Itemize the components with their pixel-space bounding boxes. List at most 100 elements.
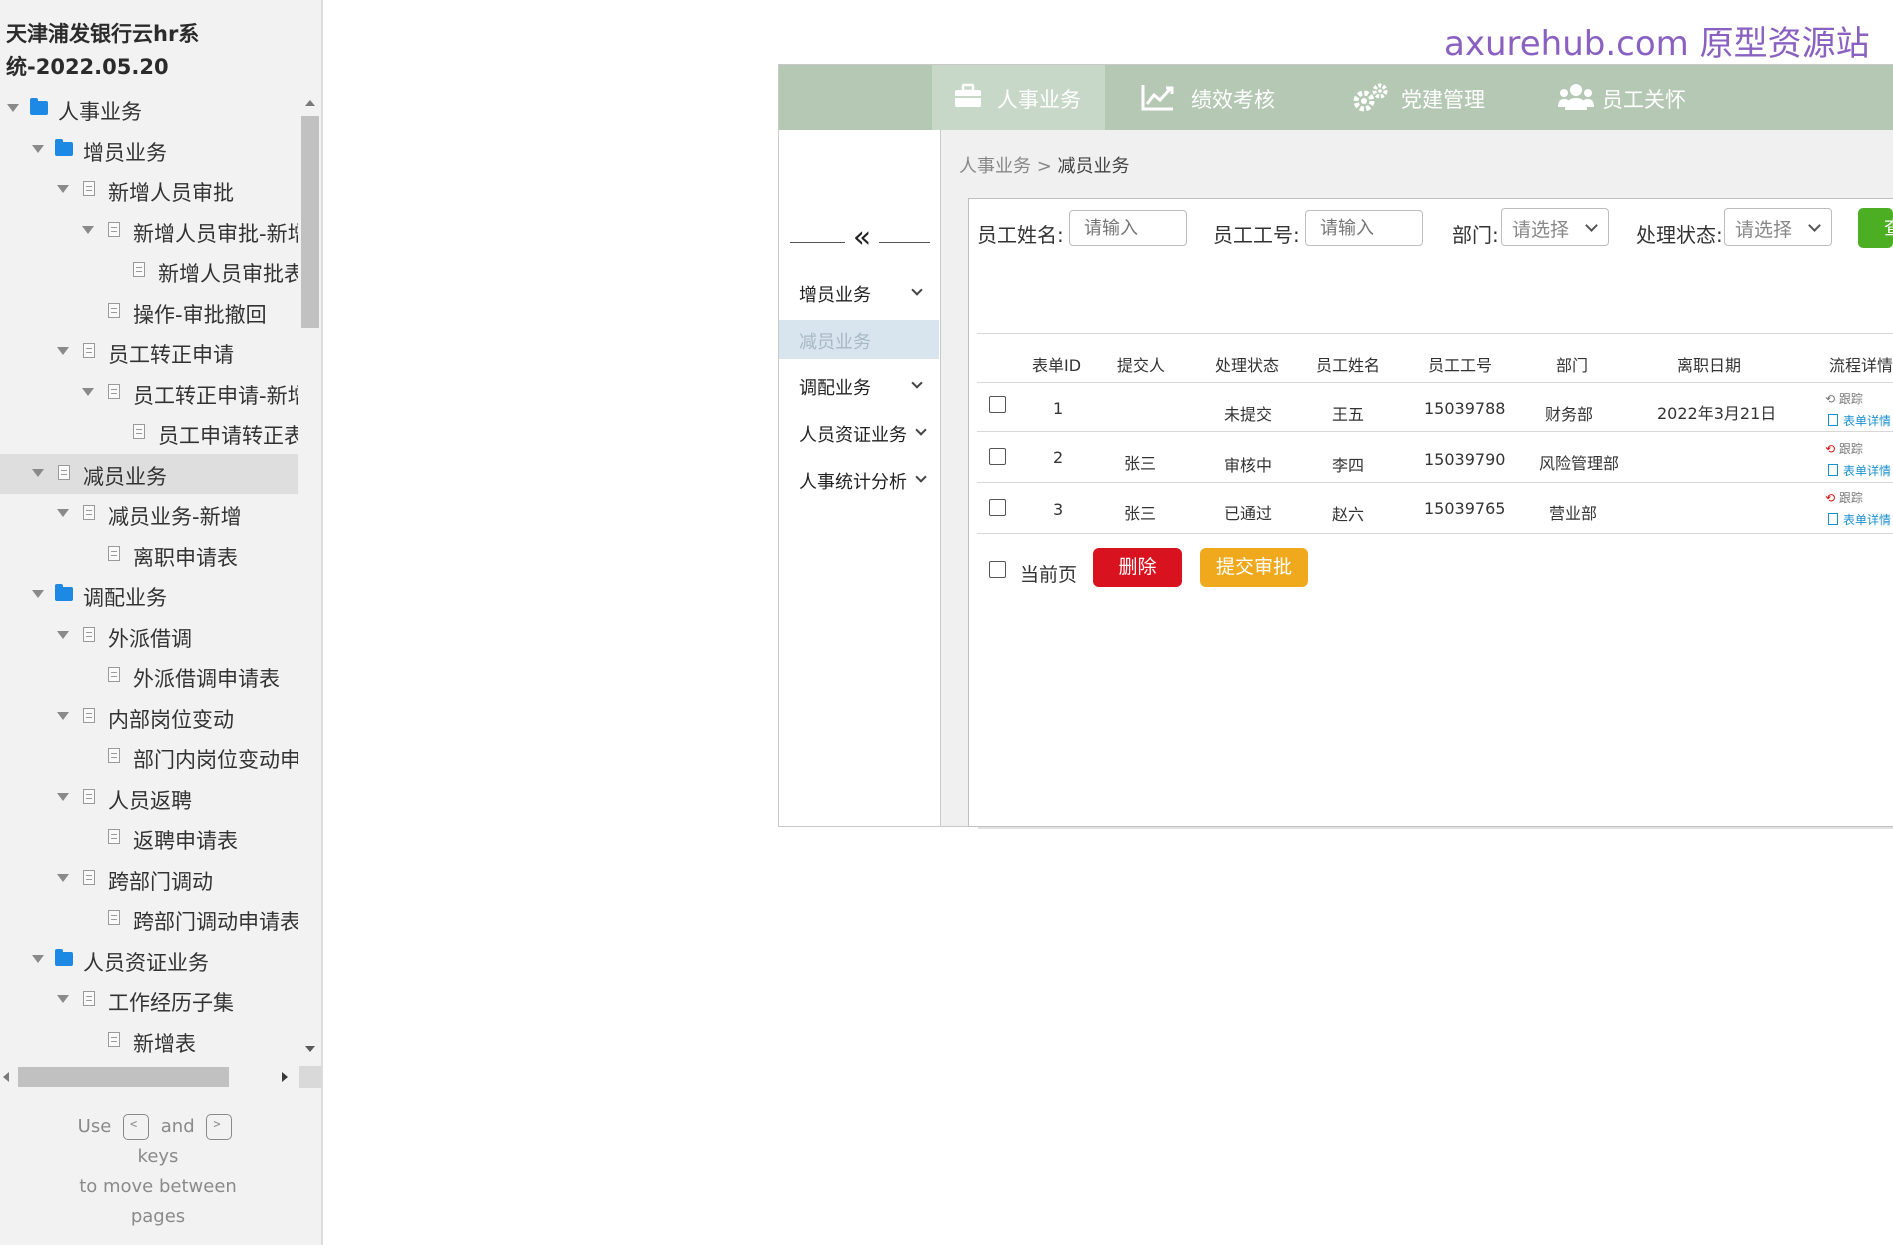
sitemap-node-label: 增员业务: [83, 141, 167, 165]
row-checkbox[interactable]: [989, 396, 1006, 413]
menu-item-label: 增员业务: [799, 285, 871, 306]
expand-arrow-icon[interactable]: [32, 145, 44, 153]
expand-arrow-icon[interactable]: [57, 793, 69, 801]
sitemap-node[interactable]: 外派借调申请表: [0, 656, 298, 696]
sitemap-node[interactable]: 部门内岗位变动申请表: [0, 737, 298, 777]
sitemap-node[interactable]: 跨部门调动: [0, 859, 298, 899]
cell-emp-no: 15039765: [1424, 499, 1506, 518]
frame-bottom-shadow: [978, 827, 1893, 829]
table-header-border: [977, 382, 1893, 383]
submit-approval-button[interactable]: 提交审批: [1200, 548, 1308, 587]
sitemap-node[interactable]: 员工申请转正表: [0, 413, 298, 453]
chevron-down-icon: [911, 377, 923, 389]
expand-arrow-icon[interactable]: [32, 469, 44, 477]
tab-employee-care[interactable]: 员工关怀: [1525, 65, 1725, 130]
status-select[interactable]: 请选择: [1724, 208, 1832, 246]
sitemap-node-label: 跨部门调动: [108, 870, 213, 894]
sitemap-node[interactable]: 返聘申请表: [0, 818, 298, 858]
collapse-menu-icon[interactable]: «: [845, 223, 879, 253]
sitemap-node-label: 跨部门调动申请表: [133, 910, 298, 934]
gears-icon: [1351, 83, 1389, 120]
table-top-border: [977, 333, 1893, 334]
expand-arrow-icon[interactable]: [57, 509, 69, 517]
track-link[interactable]: ⟲ 跟踪: [1825, 489, 1863, 506]
scroll-thumb-horizontal[interactable]: [18, 1067, 229, 1087]
row-checkbox[interactable]: [989, 448, 1006, 465]
sitemap-node-label: 部门内岗位变动申请表: [133, 748, 298, 772]
form-detail-link[interactable]: 表单详情: [1828, 511, 1891, 528]
sitemap-node[interactable]: 减员业务-新增: [0, 494, 298, 534]
employee-name-input[interactable]: [1069, 210, 1187, 246]
page-icon: [83, 505, 95, 520]
row-checkbox[interactable]: [989, 499, 1006, 516]
sitemap-tree: 人事业务增员业务新增人员审批 新增人员审批-新增 新增人员审批表 操作-审批撤回 员工转…: [0, 89, 298, 1059]
expand-arrow-icon[interactable]: [32, 590, 44, 598]
sitemap-node[interactable]: 内部岗位变动: [0, 697, 298, 737]
scroll-right-arrow-icon[interactable]: [282, 1072, 288, 1082]
sitemap-node[interactable]: 员工转正申请: [0, 332, 298, 372]
scroll-down-arrow-icon[interactable]: [305, 1046, 315, 1052]
menu-item-reduce-staff[interactable]: 减员业务: [779, 320, 939, 359]
menu-item-credentials[interactable]: 人员资证业务: [779, 413, 939, 452]
expand-arrow-icon[interactable]: [32, 955, 44, 963]
page-icon: [108, 1032, 120, 1047]
sitemap-node[interactable]: 人员返聘: [0, 778, 298, 818]
cell-dept: 风险管理部: [1539, 454, 1620, 473]
expand-arrow-icon[interactable]: [57, 185, 69, 193]
expand-arrow-icon[interactable]: [57, 347, 69, 355]
form-detail-link[interactable]: 表单详情: [1828, 462, 1891, 479]
scroll-thumb[interactable]: [301, 116, 319, 328]
sitemap-node[interactable]: 人员资证业务: [0, 940, 298, 980]
tree-vertical-scrollbar[interactable]: [300, 96, 321, 1062]
track-label: 跟踪: [1838, 392, 1863, 406]
expand-arrow-icon[interactable]: [57, 874, 69, 882]
sitemap-node[interactable]: 员工转正申请-新增: [0, 373, 298, 413]
sitemap-node[interactable]: 减员业务: [0, 454, 298, 494]
expand-arrow-icon[interactable]: [57, 712, 69, 720]
tab-label: 人事业务: [997, 88, 1081, 112]
tab-party-management[interactable]: 党建管理: [1315, 65, 1525, 130]
employee-id-input[interactable]: [1305, 210, 1423, 246]
sitemap-node-label: 内部岗位变动: [108, 708, 234, 732]
menu-item-deployment[interactable]: 调配业务: [779, 366, 939, 405]
scroll-left-arrow-icon[interactable]: [3, 1072, 9, 1082]
tab-performance[interactable]: 绩效考核: [1105, 65, 1315, 130]
expand-arrow-icon[interactable]: [7, 104, 19, 112]
expand-arrow-icon[interactable]: [57, 995, 69, 1003]
sitemap-node[interactable]: 新增人员审批表: [0, 251, 298, 291]
menu-item-statistics[interactable]: 人事统计分析: [779, 460, 939, 499]
sitemap-node[interactable]: 离职申请表: [0, 535, 298, 575]
expand-arrow-icon[interactable]: [57, 631, 69, 639]
menu-item-add-staff[interactable]: 增员业务: [779, 273, 939, 312]
sitemap-node[interactable]: 调配业务: [0, 575, 298, 615]
chevron-down-icon: [915, 424, 927, 436]
sitemap-node[interactable]: 新增表: [0, 1021, 298, 1059]
breadcrumb-current: 减员业务: [1057, 156, 1130, 177]
breadcrumb-parent[interactable]: 人事业务: [959, 156, 1031, 177]
department-select[interactable]: 请选择: [1501, 208, 1609, 246]
sitemap-node[interactable]: 工作经历子集: [0, 980, 298, 1020]
track-link[interactable]: ⟲ 跟踪: [1825, 390, 1863, 407]
sitemap-node[interactable]: 操作-审批撤回: [0, 292, 298, 332]
tree-horizontal-scrollbar[interactable]: [0, 1066, 321, 1088]
expand-arrow-icon[interactable]: [82, 226, 94, 234]
sitemap-node[interactable]: 新增人员审批-新增: [0, 211, 298, 251]
form-detail-link[interactable]: 表单详情: [1828, 412, 1891, 429]
track-link[interactable]: ⟲ 跟踪: [1825, 440, 1863, 457]
query-button[interactable]: 查: [1858, 208, 1893, 248]
sitemap-node[interactable]: 跨部门调动申请表: [0, 899, 298, 939]
expand-arrow-icon[interactable]: [82, 388, 94, 396]
sitemap-node[interactable]: 新增人员审批: [0, 170, 298, 210]
delete-button[interactable]: 删除: [1093, 548, 1182, 587]
sitemap-node[interactable]: 外派借调: [0, 616, 298, 656]
project-title-line1: 天津浦发银行云hr系: [6, 22, 200, 46]
page-icon: [133, 262, 145, 277]
tab-hr-business[interactable]: 人事业务: [932, 65, 1105, 130]
cell-status: 未提交: [1224, 405, 1273, 424]
sitemap-node[interactable]: 增员业务: [0, 130, 298, 170]
scroll-up-arrow-icon[interactable]: [305, 100, 315, 106]
select-page-checkbox[interactable]: [989, 561, 1006, 578]
sitemap-node[interactable]: 人事业务: [0, 89, 298, 129]
page-icon: [83, 181, 95, 196]
sitemap-node-label: 新增表: [133, 1032, 196, 1056]
